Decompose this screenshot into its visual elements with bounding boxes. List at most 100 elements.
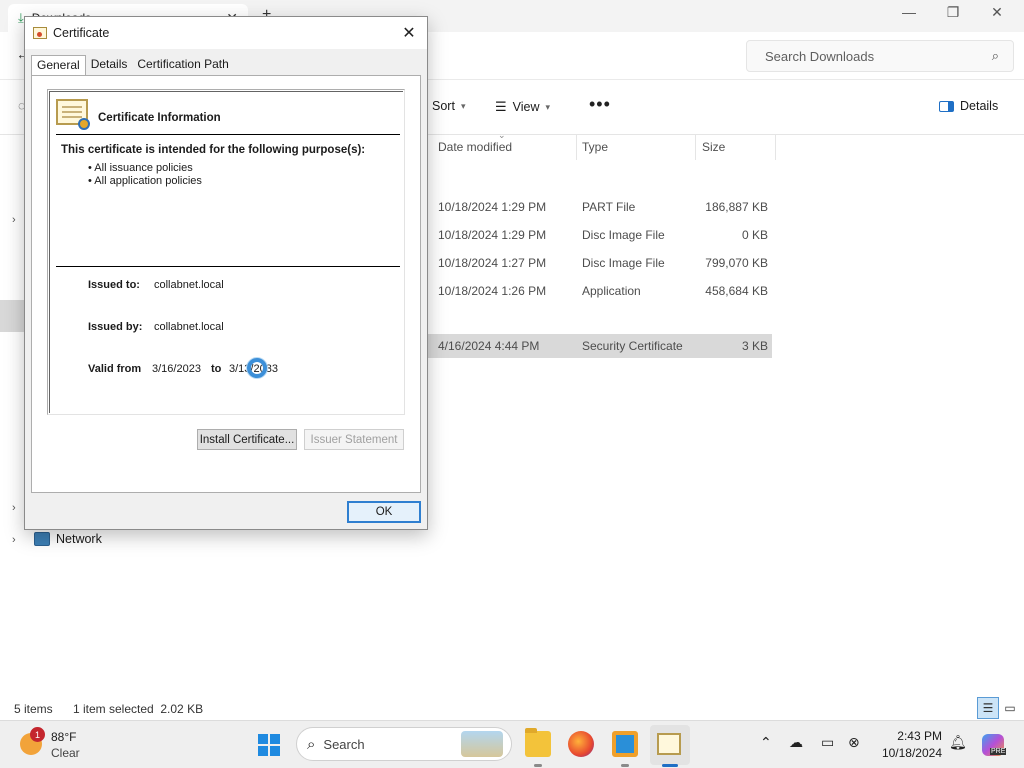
search-icon: ⌕ [307, 735, 316, 753]
search-highlight-image [461, 731, 503, 757]
install-certificate-button[interactable]: Install Certificate... [197, 429, 297, 450]
minimize-icon[interactable]: — [889, 4, 929, 20]
virtual-machine-taskbar-icon[interactable] [612, 731, 638, 757]
tab-certification-path[interactable]: Certification Path [132, 55, 233, 75]
nav-item-network[interactable]: Network [34, 532, 102, 546]
row-date: 10/18/2024 1:29 PM [438, 228, 547, 242]
chevron-down-icon: ▾ [460, 100, 466, 111]
dialog-tabs: General Details Certification Path [31, 55, 234, 76]
general-tab-panel: Certificate Information This certificate… [31, 75, 421, 493]
active-indicator [662, 764, 678, 767]
copilot-preview-badge: PRE [990, 748, 1007, 755]
nav-selected-item[interactable] [0, 300, 24, 332]
certificate-info-title: Certificate Information [98, 112, 221, 124]
row-size: 3 KB [741, 339, 768, 353]
issuer-statement-button[interactable]: Issuer Statement [304, 429, 404, 450]
issued-to-label: Issued to: [88, 279, 140, 291]
sort-label: Sort [432, 99, 455, 113]
nav-expand-chevron-icon[interactable]: › [12, 502, 16, 514]
search-placeholder: Search Downloads [765, 48, 875, 64]
dialog-title-bar: Certificate ✕ [25, 17, 427, 49]
clock-time[interactable]: 2:43 PM [880, 729, 942, 743]
row-type: Disc Image File [582, 228, 665, 242]
restore-icon[interactable]: ❐ [933, 4, 973, 21]
row-type: Disc Image File [582, 256, 665, 270]
view-label: View [512, 100, 540, 114]
view-button[interactable]: ☰ View ▾ [495, 99, 550, 115]
sort-button[interactable]: Sort ▾ [432, 99, 465, 113]
row-type: Application [582, 284, 641, 298]
row-date: 10/18/2024 1:27 PM [438, 256, 547, 270]
chevron-down-icon: ▾ [545, 101, 551, 112]
weather-temperature: 88°F [51, 730, 77, 744]
valid-to-label: to [211, 363, 222, 375]
running-indicator [621, 764, 629, 767]
close-window-icon[interactable]: ✕ [977, 4, 1017, 21]
certificate-dialog: Certificate ✕ General Details Certificat… [24, 16, 428, 530]
issued-to-value: collabnet.local [154, 279, 224, 291]
weather-badge: 1 [30, 727, 45, 742]
clock-date[interactable]: 10/18/2024 [872, 746, 942, 760]
busy-cursor-icon [247, 358, 267, 378]
status-selection: 1 item selected 2.02 KB [73, 702, 204, 716]
more-options-button[interactable]: ••• [589, 94, 611, 115]
valid-from-label: Valid from [88, 363, 142, 375]
purpose-item: • All application policies [88, 175, 202, 187]
tiles-view-icon[interactable]: ▭ [999, 697, 1021, 719]
network-disconnected-icon[interactable]: ⊗ [848, 734, 860, 751]
column-date-modified[interactable]: Date modified [438, 140, 512, 154]
row-type: PART File [582, 200, 636, 214]
row-date: 10/18/2024 1:29 PM [438, 200, 547, 214]
downloads-icon: ⤓ [18, 10, 24, 25]
issued-by-value: collabnet.local [154, 321, 224, 333]
table-row[interactable]: 10/18/2024 1:29 PM PART File 186,887 KB [428, 195, 772, 219]
row-size: 458,684 KB [705, 284, 768, 298]
nav-expand-chevron-icon[interactable]: › [12, 214, 16, 226]
column-size[interactable]: Size [702, 140, 725, 154]
row-date: 4/16/2024 4:44 PM [438, 339, 540, 353]
column-divider[interactable] [576, 134, 577, 160]
running-indicator [534, 764, 542, 767]
valid-from-value: 3/16/2023 [152, 363, 201, 375]
taskbar-search-box[interactable]: ⌕ Search [296, 727, 512, 761]
table-row-selected[interactable]: 4/16/2024 4:44 PM Security Certificate 3… [428, 334, 772, 358]
column-type[interactable]: Type [582, 140, 608, 154]
tab-details[interactable]: Details [86, 55, 133, 75]
status-item-count: 5 items [14, 702, 53, 716]
notification-bell-icon[interactable]: 🔔︎ [949, 734, 967, 751]
show-hidden-icons-chevron-icon[interactable]: ⌃ [760, 734, 772, 751]
details-pane-button[interactable]: Details [939, 99, 998, 113]
start-button-windows-icon[interactable] [258, 734, 280, 756]
details-view-icon[interactable]: ☰ [977, 697, 999, 719]
table-row[interactable]: 10/18/2024 1:26 PM Application 458,684 K… [428, 279, 772, 303]
table-row[interactable]: 10/18/2024 1:27 PM Disc Image File 799,0… [428, 251, 772, 275]
details-label: Details [960, 99, 999, 113]
tab-general[interactable]: General [31, 55, 86, 76]
column-divider[interactable] [695, 134, 696, 160]
close-icon[interactable]: ✕ [391, 23, 427, 43]
taskbar: 1 88°F Clear ⌕ Search ⌃ ☁ ▭ ⊗ 2:43 PM 10… [0, 720, 1024, 768]
cloud-offline-icon[interactable]: ☁ [789, 734, 803, 751]
table-row[interactable]: 10/18/2024 1:29 PM Disc Image File 0 KB [428, 223, 772, 247]
certificate-large-icon [56, 99, 90, 130]
ok-button[interactable]: OK [347, 501, 421, 523]
column-divider[interactable] [775, 134, 776, 160]
nav-item-label: Network [56, 532, 102, 546]
purpose-heading: This certificate is intended for the fol… [61, 144, 366, 156]
nav-expand-chevron-icon[interactable]: › [12, 534, 16, 546]
row-date: 10/18/2024 1:26 PM [438, 284, 547, 298]
row-size: 799,070 KB [705, 256, 768, 270]
file-explorer-taskbar-icon[interactable] [525, 728, 551, 757]
dialog-title: Certificate [53, 26, 110, 40]
row-size: 186,887 KB [705, 200, 768, 214]
firefox-taskbar-icon[interactable] [568, 731, 594, 757]
weather-condition: Clear [51, 746, 80, 760]
view-icon: ☰ [495, 99, 507, 114]
certificate-info-box: Certificate Information This certificate… [47, 89, 405, 415]
certificate-taskbar-icon[interactable] [657, 733, 681, 755]
search-input[interactable]: Search Downloads ⌕ [746, 40, 1014, 72]
row-size: 0 KB [741, 228, 768, 242]
row-type: Security Certificate [582, 339, 683, 353]
certificate-icon [33, 27, 47, 39]
display-icon[interactable]: ▭ [821, 734, 834, 751]
